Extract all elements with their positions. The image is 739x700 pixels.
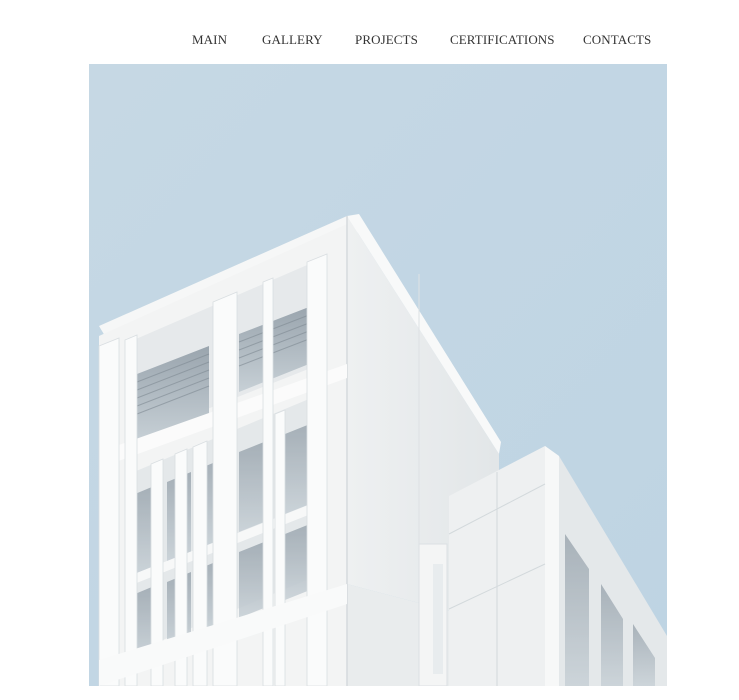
nav-link-contacts[interactable]: CONTACTS [583,32,651,48]
nav-link-projects[interactable]: PROJECTS [355,32,418,48]
main-navigation: MAIN GALLERY PROJECTS CERTIFICATIONS CON… [0,28,739,52]
nav-link-certifications[interactable]: CERTIFICATIONS [450,32,555,48]
nav-link-main[interactable]: MAIN [192,32,227,48]
nav-link-gallery[interactable]: GALLERY [262,32,323,48]
hero-image [89,64,667,686]
building-illustration [89,64,667,686]
